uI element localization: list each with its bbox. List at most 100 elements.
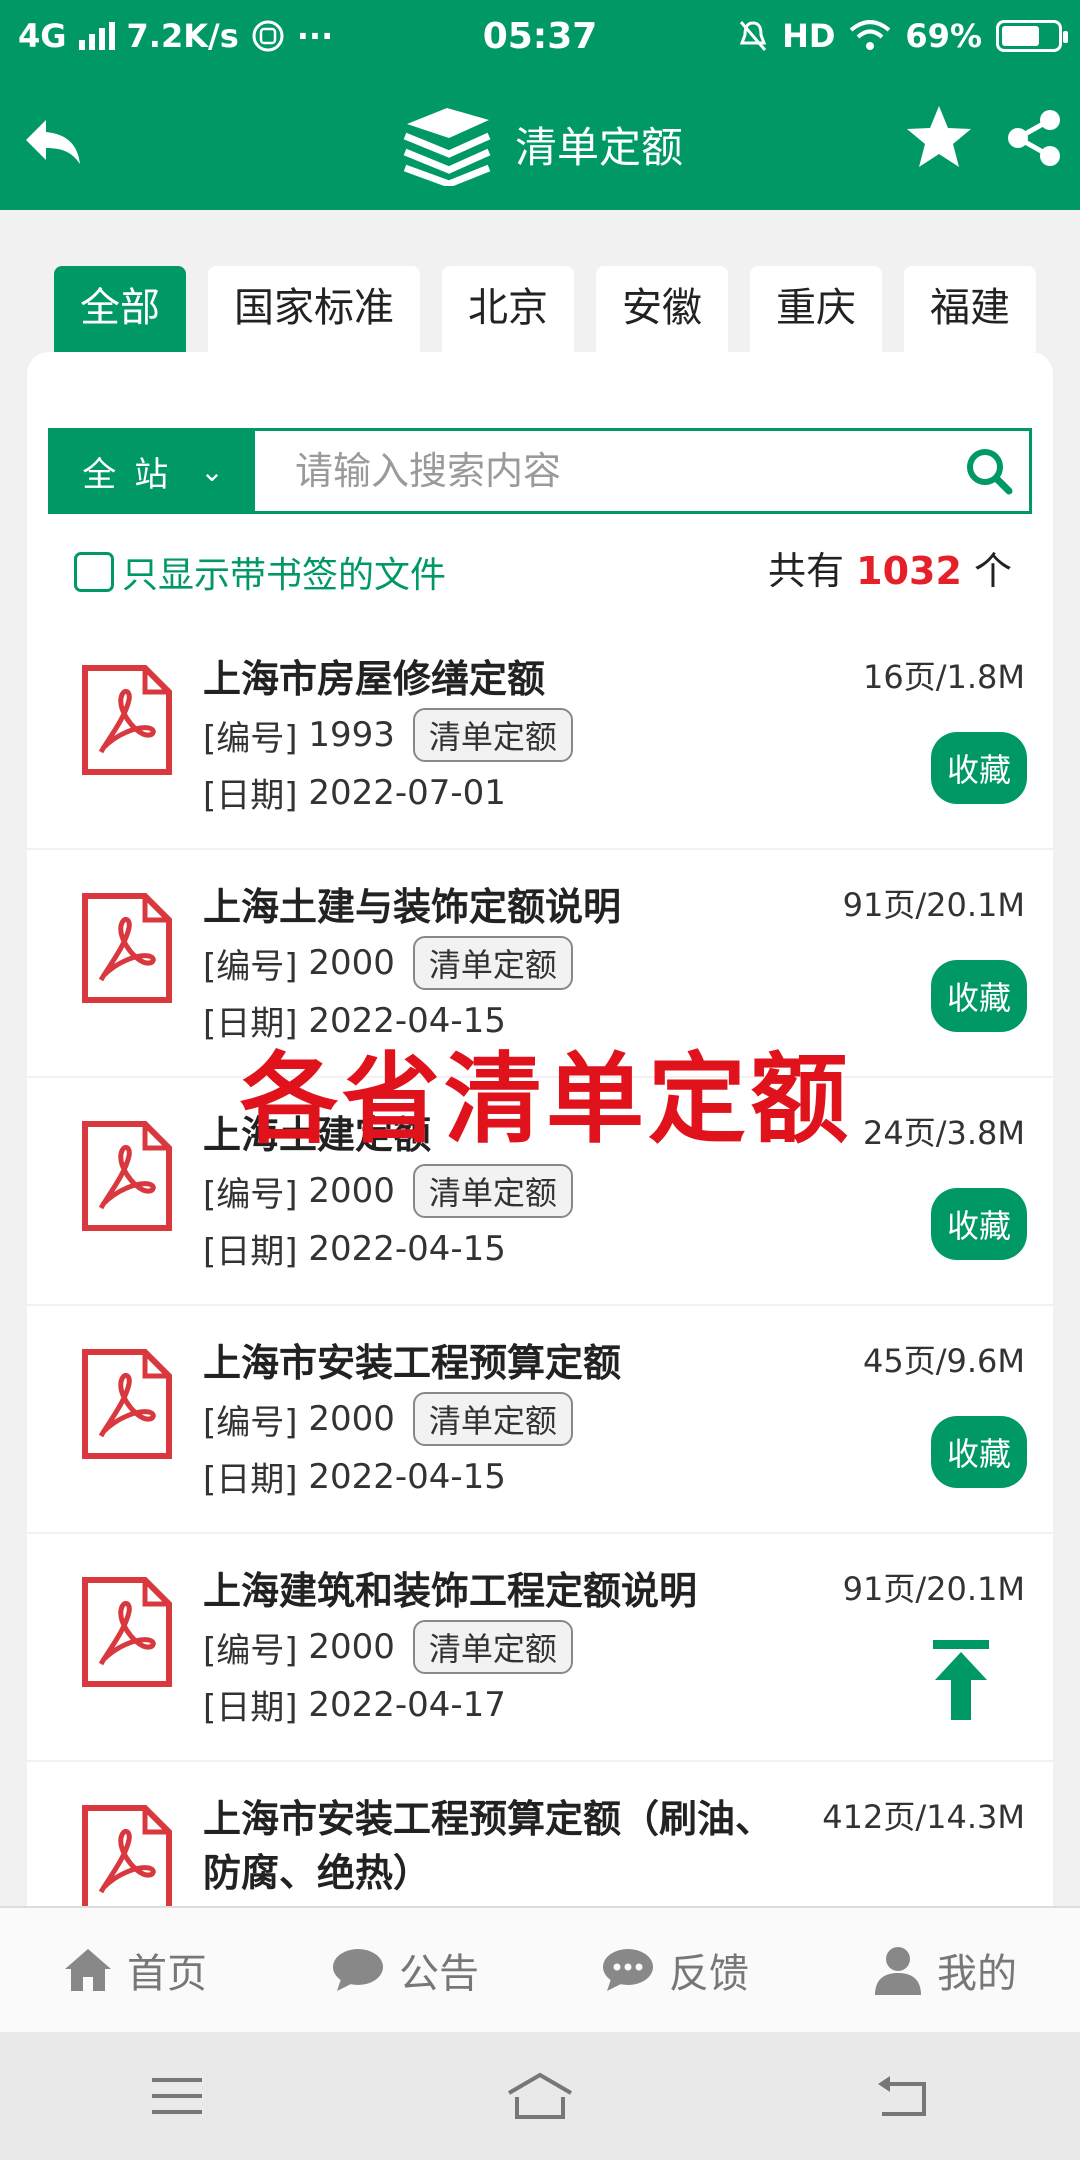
nav-home[interactable]: 首页: [0, 1908, 270, 2032]
bookmark-filter-label: 只显示带书签的文件: [122, 555, 447, 596]
home-icon: [65, 1949, 111, 1991]
star-icon[interactable]: [904, 102, 974, 172]
search-scope-label: 全站: [82, 454, 187, 495]
item-number: 2000: [308, 1399, 395, 1439]
item-tag: 清单定额: [412, 1164, 573, 1218]
pdf-file-icon: [82, 665, 172, 775]
tab-fujian[interactable]: 福建: [904, 266, 1036, 352]
item-number-row: [编号] 2000 清单定额: [203, 936, 573, 990]
item-date-row: [日期] 2022-04-15: [203, 1452, 506, 1501]
tab-anhui[interactable]: 安徽: [596, 266, 728, 352]
list-item[interactable]: 上海土建定额 [编号] 2000 清单定额 [日期] 2022-04-15 24页/3.…: [27, 1078, 1053, 1304]
document-list: 上海市房屋修缮定额 [编号] 1993 清单定额 [日期] 2022-07-01 16页…: [27, 622, 1053, 1990]
item-date-prefix: [日期]: [203, 1460, 298, 1500]
nav-mine-label: 我的: [937, 1951, 1017, 1997]
item-number-row: [编号] 2000 清单定额: [203, 1620, 573, 1674]
home-system-icon[interactable]: [505, 2071, 575, 2121]
list-item[interactable]: 上海土建与装饰定额说明 [编号] 2000 清单定额 [日期] 2022-04-15 9…: [27, 850, 1053, 1076]
pdf-file-icon: [82, 1349, 172, 1459]
item-date-row: [日期] 2022-04-15: [203, 996, 506, 1045]
search-input[interactable]: [255, 431, 949, 511]
bookmark-filter[interactable]: 只显示带书签的文件: [74, 546, 446, 598]
favorite-button[interactable]: 收藏: [931, 1188, 1027, 1260]
network-speed: 7.2K/s: [126, 17, 239, 55]
item-title[interactable]: 上海土建定额: [203, 1108, 803, 1162]
item-date: 2022-04-17: [308, 1684, 506, 1725]
bookmark-checkbox[interactable]: [74, 552, 114, 592]
battery-percent: 69%: [905, 17, 982, 55]
chevron-down-icon: ⌄: [200, 454, 224, 488]
favorite-button[interactable]: 收藏: [931, 1416, 1027, 1488]
item-number: 2000: [308, 1171, 395, 1211]
back-system-icon[interactable]: [876, 2074, 930, 2118]
item-number-prefix: [编号]: [203, 1402, 298, 1443]
count-value: 1032: [856, 549, 962, 593]
bottom-nav: 首页 公告 反馈 我的: [0, 1906, 1080, 2032]
item-date: 2022-04-15: [308, 1456, 506, 1497]
item-title[interactable]: 上海土建与装饰定额说明: [203, 880, 803, 934]
chat-bubble-icon: [333, 1949, 383, 1991]
tab-national-standard[interactable]: 国家标准: [208, 266, 420, 352]
item-number-row: [编号] 2000 清单定额: [203, 1164, 573, 1218]
item-size: 24页/3.8M: [862, 1114, 1025, 1152]
favorite-button[interactable]: 收藏: [931, 732, 1027, 804]
item-title[interactable]: 上海市房屋修缮定额: [203, 652, 803, 706]
item-date-prefix: [日期]: [203, 1688, 298, 1728]
tab-chongqing[interactable]: 重庆: [750, 266, 882, 352]
item-date-row: [日期] 2022-04-15: [203, 1224, 506, 1273]
item-date-prefix: [日期]: [203, 1004, 298, 1044]
arrow-up-icon: [933, 1640, 989, 1720]
nav-feedback-label: 反馈: [669, 1951, 749, 1997]
nav-feedback[interactable]: 反馈: [540, 1908, 810, 2032]
nav-notice[interactable]: 公告: [270, 1908, 540, 2032]
item-title[interactable]: 上海建筑和装饰工程定额说明: [203, 1564, 803, 1618]
item-date: 2022-04-15: [308, 1228, 506, 1269]
pdf-file-icon: [82, 1121, 172, 1231]
item-date: 2022-07-01: [308, 772, 506, 813]
item-number: 2000: [308, 943, 395, 983]
search-scope-dropdown[interactable]: 全站 ⌄: [51, 431, 255, 511]
search-bar: 全站 ⌄: [48, 428, 1032, 514]
item-size: 412页/14.3M: [822, 1798, 1025, 1836]
tab-all[interactable]: 全部: [54, 266, 186, 352]
app-header: 清单定额: [0, 72, 1080, 210]
more-indicator: ···: [296, 17, 334, 55]
nav-mine[interactable]: 我的: [810, 1908, 1080, 2032]
battery-icon: [996, 20, 1068, 52]
notification-icon: [252, 20, 284, 52]
share-icon[interactable]: [1004, 108, 1064, 168]
user-icon: [875, 1947, 921, 1995]
item-size: 16页/1.8M: [862, 658, 1025, 696]
mute-icon: [739, 21, 767, 51]
search-button[interactable]: [949, 431, 1029, 511]
hd-indicator: HD: [782, 17, 836, 55]
system-nav-bar: [0, 2032, 1080, 2160]
favorite-button[interactable]: 收藏: [931, 960, 1027, 1032]
item-title[interactable]: 上海市安装工程预算定额: [203, 1336, 803, 1390]
menu-icon[interactable]: [150, 2074, 204, 2118]
search-icon: [967, 449, 1013, 495]
page-title: 清单定额: [514, 122, 683, 172]
back-to-top-button[interactable]: [906, 1620, 1016, 1740]
list-item[interactable]: 上海市安装工程预算定额 [编号] 2000 清单定额 [日期] 2022-04-15 4…: [27, 1306, 1053, 1532]
list-item[interactable]: 上海建筑和装饰工程定额说明 [编号] 2000 清单定额 [日期] 2022-04-1…: [27, 1534, 1053, 1760]
item-number-prefix: [编号]: [203, 946, 298, 987]
item-size: 91页/20.1M: [842, 886, 1025, 924]
item-number-row: [编号] 2000 清单定额: [203, 1392, 573, 1446]
list-item[interactable]: 上海市房屋修缮定额 [编号] 1993 清单定额 [日期] 2022-07-01 16页…: [27, 622, 1053, 848]
pdf-file-icon: [82, 893, 172, 1003]
item-number-prefix: [编号]: [203, 1174, 298, 1215]
item-title[interactable]: 上海市安装工程预算定额（刷油、防腐、绝热）: [203, 1792, 803, 1900]
nav-notice-label: 公告: [399, 1951, 479, 1997]
count-suffix: 个: [973, 549, 1012, 593]
status-bar: 4G 7.2K/s ··· 05:37 HD 69%: [0, 0, 1080, 72]
item-date-row: [日期] 2022-07-01: [203, 768, 506, 817]
item-tag: 清单定额: [412, 936, 573, 990]
item-number: 1993: [308, 715, 395, 755]
pdf-file-icon: [82, 1577, 172, 1687]
item-number-row: [编号] 1993 清单定额: [203, 708, 573, 762]
tab-beijing[interactable]: 北京: [442, 266, 574, 352]
item-size: 91页/20.1M: [842, 1570, 1025, 1608]
signal-icon: [78, 22, 115, 50]
result-count: 共有 1032 个: [768, 540, 1012, 595]
